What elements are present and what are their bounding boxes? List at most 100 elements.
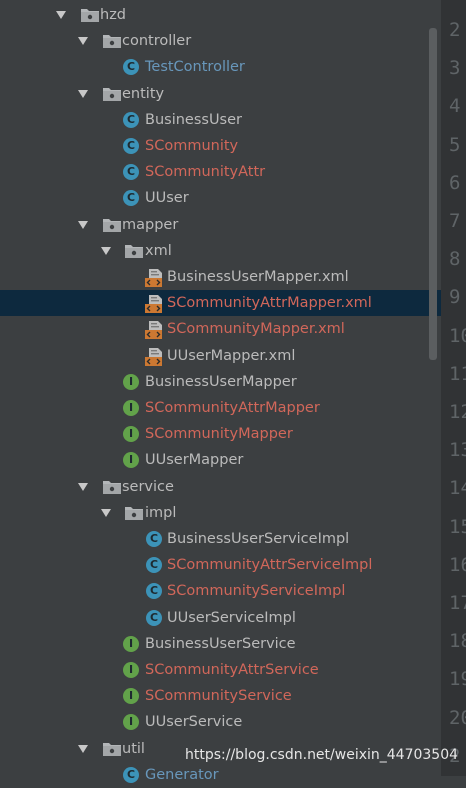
tree-item-label: UUserServiceImpl [167, 609, 296, 626]
class-icon: C [123, 164, 139, 181]
line-number: 3 [449, 57, 461, 80]
line-number: 14 [449, 477, 466, 500]
expand-arrow-icon[interactable] [78, 89, 88, 98]
tree-item-label: TestController [145, 59, 245, 76]
tree-item-label: BusinessUserMapper [145, 373, 297, 390]
tree-file-row[interactable]: SCommunityMapper.xml [0, 316, 441, 342]
expand-arrow-icon[interactable] [78, 220, 88, 229]
tree-file-row[interactable]: C BusinessUserServiceImpl [0, 526, 441, 552]
tree-item-label: BusinessUserMapper.xml [167, 269, 349, 285]
tree-file-row[interactable]: C UUserServiceImpl [0, 605, 441, 631]
interface-icon: I [123, 635, 139, 652]
tree-file-row[interactable]: BusinessUserMapper.xml [0, 264, 441, 290]
class-icon: C [146, 557, 162, 574]
xml-file-icon [145, 269, 163, 287]
tree-folder-row[interactable]: hzd [0, 2, 441, 28]
tree-item-label: SCommunityAttrServiceImpl [167, 557, 373, 574]
editor-gutter: 2345678910111213141516171819202 [441, 0, 466, 776]
interface-icon: I [123, 688, 139, 705]
tree-item-label: impl [145, 504, 177, 521]
tree-folder-row[interactable]: entity [0, 81, 441, 107]
tree-file-row[interactable]: I UUserMapper [0, 447, 441, 473]
xml-file-icon [145, 295, 163, 314]
tree-file-row[interactable]: I UUserService [0, 709, 441, 735]
tree-item-label: SCommunityMapper.xml [167, 321, 345, 338]
project-tree[interactable]: hzd controller C TestController entity C Busin… [0, 0, 441, 783]
class-icon: C [146, 531, 162, 547]
line-number: 12 [449, 401, 466, 423]
interface-icon: I [123, 452, 139, 469]
line-number: 6 [449, 171, 461, 194]
xml-file-icon [145, 347, 163, 366]
expand-arrow-icon[interactable] [78, 744, 88, 753]
line-number: 18 [449, 630, 466, 653]
tree-item-label: UUser [145, 190, 189, 207]
tree-file-row[interactable]: C TestController [0, 54, 441, 80]
tree-file-row[interactable]: C SCommunityAttrServiceImpl [0, 552, 441, 578]
tree-folder-row[interactable]: service [0, 474, 441, 500]
tree-item-label: hzd [100, 7, 127, 23]
tree-file-row[interactable]: C SCommunity [0, 133, 441, 159]
tree-file-row[interactable]: I SCommunityService [0, 683, 441, 709]
class-icon: C [123, 190, 139, 207]
line-number: 13 [449, 439, 466, 462]
tree-folder-row[interactable]: xml [0, 238, 441, 264]
tree-item-label: SCommunityAttr [145, 164, 266, 181]
tree-item-label: BusinessUserService [145, 635, 296, 652]
line-number: 11 [449, 362, 466, 385]
scrollbar-thumb[interactable] [429, 28, 437, 360]
tree-file-row[interactable]: I SCommunityAttrMapper [0, 395, 441, 421]
tree-item-label: entity [122, 85, 165, 102]
package-folder-icon [102, 217, 122, 233]
tree-file-row[interactable]: I SCommunityMapper [0, 421, 441, 447]
tree-file-row[interactable]: C Generator [0, 762, 441, 788]
tree-file-row[interactable]: C BusinessUser [0, 107, 441, 133]
tree-item-label: service [122, 478, 174, 495]
tree-item-label: SCommunityAttrMapper.xml [167, 295, 372, 312]
interface-icon: I [123, 714, 139, 731]
tree-item-label: SCommunityServiceImpl [167, 583, 346, 600]
expand-arrow-icon[interactable] [78, 37, 88, 46]
line-number: 5 [449, 133, 461, 156]
tree-item-label: UUserService [145, 714, 243, 731]
expand-arrow-icon[interactable] [101, 246, 111, 255]
tree-item-label: SCommunityMapper [145, 426, 293, 443]
tree-folder-row[interactable]: mapper [0, 212, 441, 238]
tree-item-label: Generator [145, 766, 219, 783]
interface-icon: I [123, 400, 139, 416]
tree-file-row[interactable]: C UUser [0, 185, 441, 211]
tree-item-label: SCommunityAttrMapper [145, 400, 320, 416]
tree-item-label: SCommunityService [145, 688, 292, 705]
expand-arrow-icon[interactable] [78, 482, 88, 491]
tree-item-label: BusinessUser [145, 111, 242, 128]
tree-file-row[interactable]: I SCommunityAttrService [0, 657, 441, 683]
line-number: 19 [449, 668, 466, 691]
line-number: 7 [449, 210, 461, 232]
watermark: https://blog.csdn.net/weixin_44703504 [185, 747, 459, 763]
tree-item-label: util [122, 740, 145, 757]
line-number: 10 [449, 324, 466, 347]
class-icon: C [123, 766, 139, 783]
class-icon: C [123, 59, 139, 76]
package-folder-icon [102, 741, 122, 757]
tree-file-row[interactable]: I BusinessUserMapper [0, 369, 441, 395]
tree-file-row[interactable]: I BusinessUserService [0, 631, 441, 657]
tree-item-label: UUserMapper.xml [167, 347, 296, 364]
line-number: 15 [449, 515, 466, 538]
expand-arrow-icon[interactable] [101, 508, 111, 517]
expand-arrow-icon[interactable] [56, 11, 66, 19]
package-folder-icon [124, 243, 144, 259]
tree-file-row[interactable]: UUserMapper.xml [0, 343, 441, 369]
class-icon: C [146, 609, 162, 626]
tree-file-row[interactable]: C SCommunityAttr [0, 159, 441, 185]
tree-file-row[interactable]: C SCommunityServiceImpl [0, 578, 441, 604]
tree-file-row[interactable]: SCommunityAttrMapper.xml [0, 290, 441, 317]
tree-item-label: controller [122, 33, 192, 50]
tree-folder-row[interactable]: impl [0, 500, 441, 526]
tree-item-label: xml [145, 242, 172, 259]
tree-item-label: SCommunityAttrService [145, 662, 319, 678]
line-number: 9 [449, 286, 461, 309]
tree-folder-row[interactable]: controller [0, 28, 441, 54]
tree-item-label: mapper [122, 216, 179, 233]
interface-icon: I [123, 373, 139, 390]
